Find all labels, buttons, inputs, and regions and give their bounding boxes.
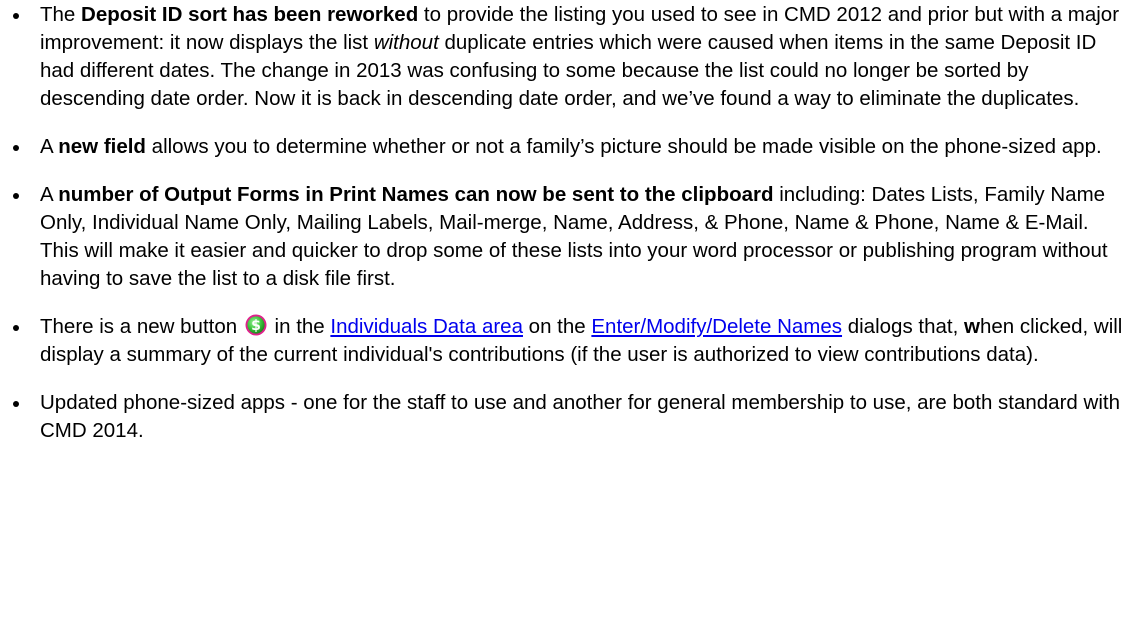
list-item-phone-apps: Updated phone-sized apps - one for the s… [10, 389, 1132, 445]
svg-text:$: $ [251, 318, 261, 334]
bullet-dot [13, 401, 19, 407]
individuals-data-area-link[interactable]: Individuals Data area [330, 315, 523, 338]
dollar-button-icon: $ [245, 314, 267, 336]
text-segment: allows you to determine whether or not a… [145, 135, 1102, 158]
bullet-dot [13, 325, 19, 331]
text-segment: A [40, 183, 59, 206]
italic-text: without [373, 31, 439, 54]
bold-text: Deposit ID sort has been reworked [81, 3, 419, 26]
text-segment: Updated phone-sized apps - one for the s… [40, 391, 1120, 442]
text-segment: dialogs that, [842, 315, 964, 338]
list-item-new-field: A new field allows you to determine whet… [10, 133, 1132, 161]
bold-text: w [963, 315, 980, 338]
bullet-dot [13, 145, 19, 151]
text-segment: The [40, 3, 82, 26]
enter-modify-delete-names-link[interactable]: Enter/Modify/Delete Names [591, 315, 842, 338]
text-segment: A [40, 135, 59, 158]
list-item-deposit-id-sort: The Deposit ID sort has been reworked to… [10, 1, 1132, 113]
bold-text: number of Output Forms in Print Names ca… [58, 183, 774, 206]
list-item-output-forms: A number of Output Forms in Print Names … [10, 181, 1132, 293]
list-item-new-button: There is a new button $ in the Individua… [10, 313, 1132, 369]
feature-list: The Deposit ID sort has been reworked to… [0, 1, 1147, 445]
bold-text: new field [58, 135, 146, 158]
text-segment: on the [522, 315, 592, 338]
bullet-dot [13, 193, 19, 199]
bullet-dot [13, 13, 19, 19]
text-segment: There is a new button [40, 315, 243, 338]
text-segment: in the [268, 315, 331, 338]
